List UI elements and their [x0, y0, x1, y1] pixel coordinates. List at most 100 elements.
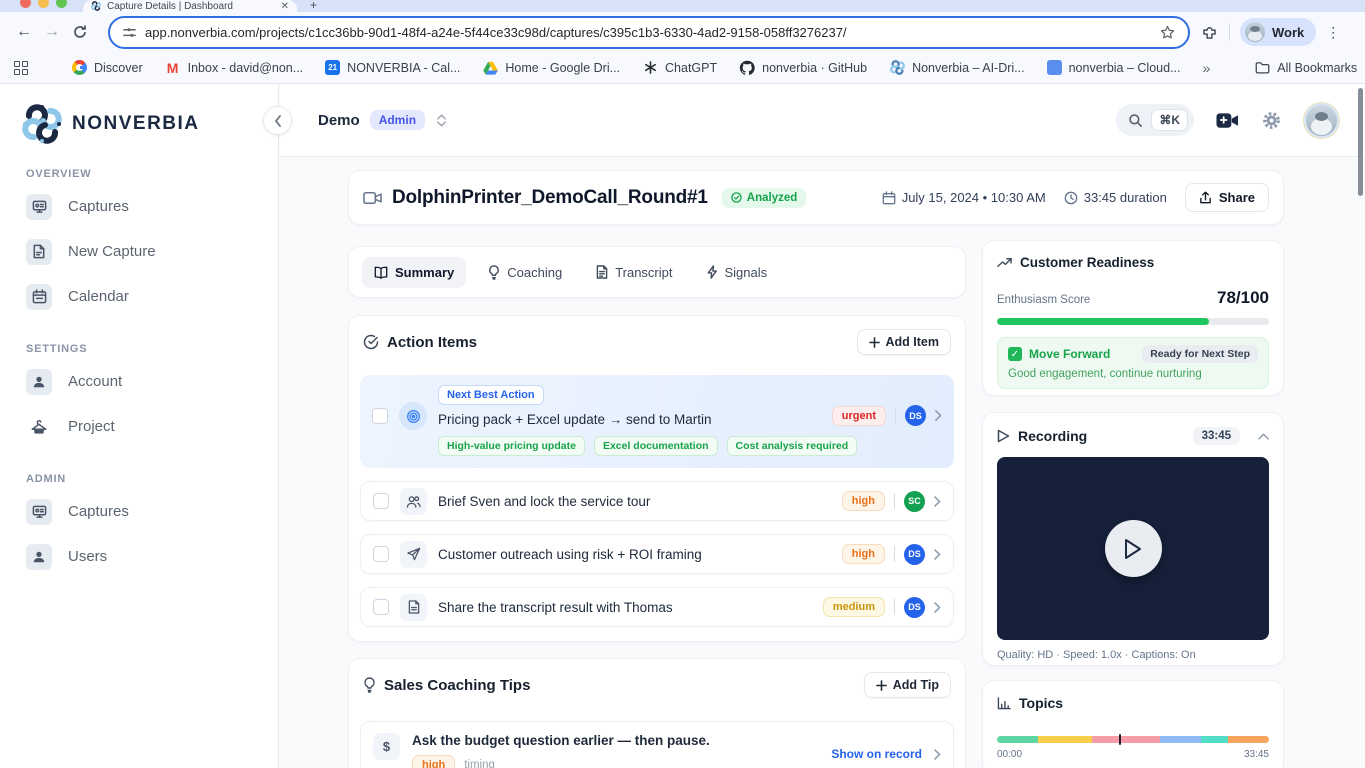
screen-icon	[26, 193, 52, 220]
priority-badge: high	[412, 755, 456, 768]
sidebar-item-captures[interactable]: Captures	[0, 184, 278, 229]
google-calendar-icon: 21	[325, 60, 341, 75]
tab-close-icon[interactable]: ✕	[281, 1, 289, 12]
topics-timeline[interactable]	[997, 736, 1269, 743]
action-item-hero[interactable]: Next Best Action Pricing pack + Excel up…	[360, 375, 954, 468]
chevron-right-icon[interactable]	[934, 548, 941, 560]
tab-strip: Capture Details | Dashboard ✕ +	[0, 0, 1365, 12]
show-on-record-link[interactable]: Show on record	[831, 747, 922, 761]
bookmark-chatgpt[interactable]: ChatGPT	[642, 60, 717, 76]
browser-tab[interactable]: Capture Details | Dashboard ✕	[83, 0, 297, 12]
dollar-icon: $	[373, 733, 400, 760]
extensions-icon[interactable]	[1200, 23, 1219, 42]
action-item-row[interactable]: Share the transcript result with Thomas …	[360, 587, 954, 627]
tab-coaching[interactable]: Coaching	[476, 257, 574, 288]
folder-icon	[1254, 60, 1270, 76]
item-checkbox[interactable]	[372, 408, 388, 424]
browser-menu-icon[interactable]: ⋮	[1326, 24, 1340, 41]
sidebar-item-admin-captures[interactable]: Captures	[0, 489, 278, 534]
new-tab-button[interactable]: +	[310, 0, 317, 12]
coaching-tip-row[interactable]: $ Ask the budget question earlier — then…	[360, 721, 954, 768]
video-player[interactable]	[997, 457, 1269, 640]
assignee-avatar[interactable]: DS	[905, 405, 926, 426]
chevron-right-icon[interactable]	[934, 601, 941, 613]
bookmark-inbox[interactable]: M Inbox - david@non...	[165, 60, 303, 76]
sidebar-item-calendar[interactable]: Calendar	[0, 274, 278, 319]
chevron-right-icon[interactable]	[934, 748, 941, 760]
all-bookmarks[interactable]: All Bookmarks	[1254, 60, 1357, 76]
bookmark-nonverbia-app[interactable]: Nonverbia – AI-Dri...	[889, 60, 1025, 76]
coaching-tips-title: Sales Coaching Tips	[384, 676, 531, 694]
project-name[interactable]: Demo	[318, 112, 360, 129]
search-button[interactable]: ⌘K	[1116, 104, 1194, 136]
back-button[interactable]: ←	[10, 23, 38, 41]
chevron-right-icon[interactable]	[934, 495, 941, 507]
priority-badge: urgent	[831, 405, 886, 426]
action-item-row[interactable]: Customer outreach using risk + ROI frami…	[360, 534, 954, 574]
sidebar: NONVERBIA OVERVIEW Captures New Capture …	[0, 84, 279, 768]
settings-gear-icon[interactable]	[1261, 110, 1282, 131]
minimize-window-button[interactable]	[38, 0, 49, 8]
play-button[interactable]	[1104, 520, 1162, 577]
check-icon: ✓	[1008, 347, 1022, 361]
tab-summary[interactable]: Summary	[362, 256, 467, 288]
bookmark-github[interactable]: nonverbia · GitHub	[739, 60, 867, 76]
tag: Cost analysis required	[726, 436, 858, 456]
action-item-row[interactable]: Brief Sven and lock the service tour hig…	[360, 481, 954, 521]
tip-text: Ask the budget question earlier — then p…	[412, 733, 710, 748]
item-checkbox[interactable]	[373, 599, 389, 615]
bookmark-cloud[interactable]: nonverbia – Cloud...	[1046, 60, 1181, 75]
document-icon	[26, 238, 52, 265]
bookmarks-overflow-icon[interactable]: »	[1203, 60, 1211, 76]
forward-button[interactable]: →	[38, 23, 66, 41]
chevron-up-icon[interactable]	[1258, 432, 1269, 440]
profile-chip[interactable]: Work	[1240, 18, 1317, 46]
item-checkbox[interactable]	[373, 546, 389, 562]
brand[interactable]: NONVERBIA	[0, 84, 278, 144]
tag: Excel documentation	[593, 436, 718, 456]
url-bar[interactable]: app.nonverbia.com/projects/c1cc36bb-90d1…	[108, 15, 1190, 49]
add-item-button[interactable]: Add Item	[856, 329, 951, 355]
share-button[interactable]: Share	[1184, 183, 1269, 212]
section-label-overview: OVERVIEW	[26, 168, 92, 180]
bookmark-calendar[interactable]: 21 NONVERBIA - Cal...	[325, 60, 460, 75]
sidebar-item-project[interactable]: Project	[0, 404, 278, 449]
sidebar-item-users[interactable]: Users	[0, 534, 278, 579]
video-camera-icon	[363, 191, 382, 205]
assignee-avatar[interactable]: DS	[904, 543, 925, 565]
reload-button[interactable]	[72, 24, 100, 40]
zoom-window-button[interactable]	[56, 0, 67, 8]
score-value: 78/100	[1217, 288, 1269, 307]
sidebar-item-account[interactable]: Account	[0, 359, 278, 404]
profile-label: Work	[1272, 24, 1305, 40]
new-recording-icon[interactable]	[1216, 112, 1239, 129]
sidebar-collapse-button[interactable]	[263, 106, 292, 135]
book-icon	[374, 266, 388, 279]
share-icon	[1199, 191, 1212, 205]
bookmark-discover[interactable]: Discover	[72, 60, 143, 75]
chevron-right-icon[interactable]	[935, 410, 942, 421]
page-scrollbar[interactable]	[1358, 88, 1363, 196]
sidebar-item-new-capture[interactable]: New Capture	[0, 229, 278, 274]
add-tip-button[interactable]: Add Tip	[863, 672, 951, 698]
url-text[interactable]: app.nonverbia.com/projects/c1cc36bb-90d1…	[145, 25, 1151, 40]
apps-grid-icon[interactable]	[14, 60, 28, 75]
verdict-box: ✓ Move Forward Ready for Next Step Good …	[997, 337, 1269, 389]
user-icon	[26, 543, 52, 570]
google-drive-icon	[482, 60, 498, 76]
verdict-note: Good engagement, continue nurturing	[1008, 368, 1202, 380]
project-switcher-icon[interactable]	[437, 113, 446, 127]
recording-duration: 33:45	[1192, 427, 1240, 445]
site-settings-icon[interactable]	[122, 25, 137, 40]
bookmark-drive[interactable]: Home - Google Dri...	[482, 60, 620, 76]
assignee-avatar[interactable]: SC	[904, 490, 925, 512]
close-window-button[interactable]	[20, 0, 31, 8]
assignee-avatar[interactable]: DS	[904, 596, 925, 618]
browser-chrome: Capture Details | Dashboard ✕ + ← → app.…	[0, 0, 1365, 84]
item-checkbox[interactable]	[373, 493, 389, 509]
tab-transcript[interactable]: Transcript	[584, 257, 684, 288]
bookmark-star-icon[interactable]	[1159, 24, 1176, 41]
user-avatar[interactable]	[1304, 102, 1339, 138]
tab-signals[interactable]: Signals	[695, 257, 780, 288]
bar-chart-icon	[997, 696, 1011, 710]
